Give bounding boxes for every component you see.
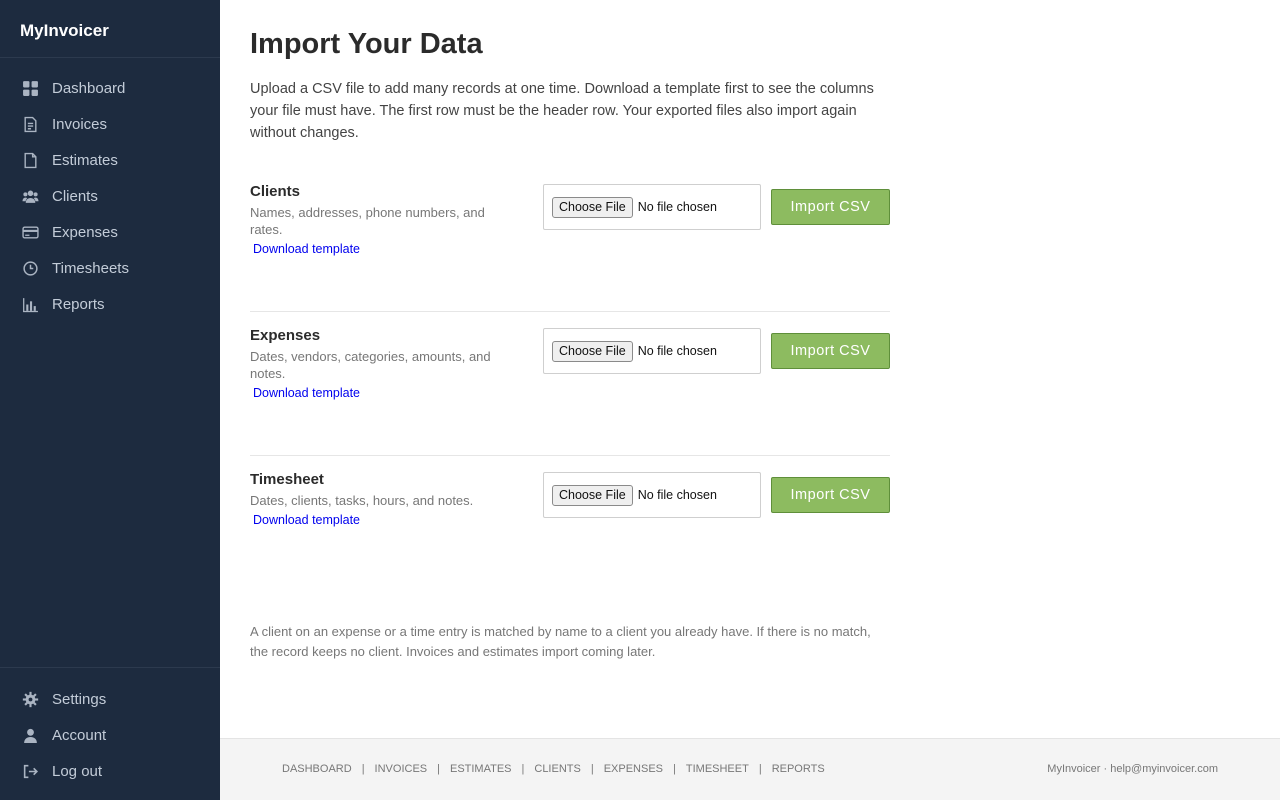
choose-file-button[interactable]: Choose File [552, 196, 633, 218]
bar-chart-icon [21, 295, 39, 313]
sidebar-item-label: Timesheets [52, 259, 129, 277]
sidebar-item-label: Reports [52, 295, 105, 313]
file-status: No file chosen [637, 488, 717, 502]
sidebar-item-expenses[interactable]: Expenses [0, 214, 220, 250]
footer-separator: | [361, 763, 365, 775]
footer-nav: DASHBOARD | INVOICES | ESTIMATES | CLIEN… [282, 763, 825, 775]
sidebar-nav: Dashboard Invoices Estimates Clients Exp… [0, 58, 220, 322]
intro-text: Upload a CSV file to add many records at… [250, 81, 874, 141]
footer-separator: | [758, 763, 762, 775]
sidebar-item-clients[interactable]: Clients [0, 178, 220, 214]
download-template-link[interactable]: Download template [253, 513, 360, 527]
import-csv-button[interactable]: Import CSV [771, 189, 890, 225]
gear-icon [21, 690, 39, 708]
sidebar-item-account[interactable]: Account [0, 717, 220, 753]
page-title: Import Your Data [250, 28, 483, 60]
footer: DASHBOARD | INVOICES | ESTIMATES | CLIEN… [220, 738, 1280, 800]
section-description: Dates, vendors, categories, amounts, and… [250, 349, 491, 381]
sidebar-item-label: Dashboard [52, 79, 126, 97]
sidebar-item-settings[interactable]: Settings [0, 681, 220, 717]
download-template-link[interactable]: Download template [253, 242, 360, 256]
matching-note: A client on an expense or a time entry i… [250, 624, 871, 659]
download-template-link[interactable]: Download template [253, 386, 360, 400]
credit-card-icon [21, 223, 39, 241]
file-input[interactable]: Choose File No file chosen [543, 184, 761, 230]
file-status: No file chosen [637, 200, 717, 214]
sidebar-item-label: Invoices [52, 115, 108, 133]
sidebar-item-label: Clients [52, 187, 98, 205]
sidebar-item-label: Account [52, 726, 107, 744]
choose-file-button[interactable]: Choose File [552, 484, 633, 506]
footer-link-invoices[interactable]: INVOICES [375, 763, 428, 775]
import-csv-button[interactable]: Import CSV [771, 333, 890, 369]
footer-link-timesheet[interactable]: TIMESHEET [686, 763, 749, 775]
sidebar-item-label: Log out [52, 762, 103, 780]
choose-file-button[interactable]: Choose File [552, 340, 633, 362]
footer-link-estimates[interactable]: ESTIMATES [450, 763, 512, 775]
section-divider [250, 455, 890, 456]
footer-link-reports[interactable]: REPORTS [772, 763, 825, 775]
footer-separator: | [673, 763, 676, 775]
sidebar-item-label: Settings [52, 690, 107, 708]
sidebar-item-label: Expenses [52, 223, 118, 241]
footer-link-dashboard[interactable]: DASHBOARD [282, 763, 352, 775]
section-description: Names, addresses, phone numbers, and rat… [250, 205, 485, 237]
sidebar-item-invoices[interactable]: Invoices [0, 106, 220, 142]
estimate-icon [21, 151, 39, 169]
main-content: Import Your Data Upload a CSV file to ad… [220, 0, 1280, 738]
sidebar-item-reports[interactable]: Reports [0, 286, 220, 322]
section-divider [250, 311, 890, 312]
clock-icon [21, 259, 39, 277]
footer-link-expenses[interactable]: EXPENSES [604, 763, 663, 775]
footer-separator: | [521, 763, 525, 775]
footer-contact: MyInvoicer · help@myinvoicer.com [1047, 763, 1218, 775]
dashboard-icon [21, 79, 39, 97]
sidebar-item-logout[interactable]: Log out [0, 753, 220, 789]
invoice-icon [21, 115, 39, 133]
logout-icon [21, 762, 39, 780]
file-input[interactable]: Choose File No file chosen [543, 328, 761, 374]
section-description: Dates, clients, tasks, hours, and notes. [250, 493, 474, 508]
footer-separator: | [590, 763, 594, 775]
sidebar-item-label: Estimates [52, 151, 118, 169]
file-status: No file chosen [637, 344, 717, 358]
sidebar: MyInvoicer Dashboard Invoices Estimates … [0, 0, 220, 800]
sidebar-item-timesheets[interactable]: Timesheets [0, 250, 220, 286]
user-icon [21, 726, 39, 744]
app-logo[interactable]: MyInvoicer [0, 0, 220, 58]
sidebar-item-dashboard[interactable]: Dashboard [0, 70, 220, 106]
sidebar-item-estimates[interactable]: Estimates [0, 142, 220, 178]
sidebar-bottom-nav: Settings Account Log out [0, 667, 220, 789]
footer-separator: | [437, 763, 440, 775]
file-input[interactable]: Choose File No file chosen [543, 472, 761, 518]
footer-link-clients[interactable]: CLIENTS [534, 763, 580, 775]
clients-icon [21, 187, 39, 205]
import-csv-button[interactable]: Import CSV [771, 477, 890, 513]
